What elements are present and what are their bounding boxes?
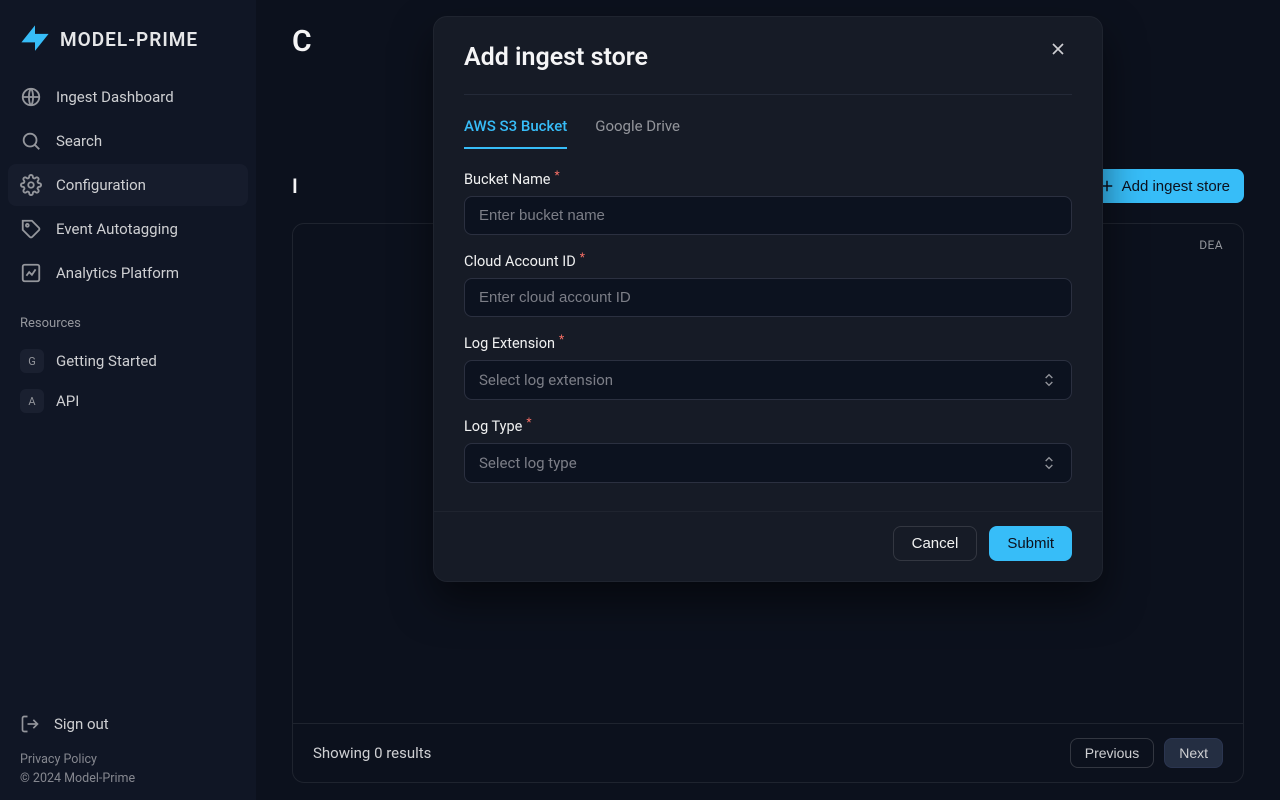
field-log-extension: Log Extension* Select log extension (464, 335, 1072, 400)
field-label-text: Log Type (464, 418, 522, 435)
globe-icon (20, 86, 42, 108)
log-extension-select[interactable]: Select log extension (464, 360, 1072, 400)
field-label-text: Cloud Account ID (464, 253, 576, 270)
gear-icon (20, 174, 42, 196)
modal-close-button[interactable] (1044, 35, 1072, 66)
sidebar-item-analytics-platform[interactable]: Analytics Platform (8, 252, 248, 294)
sign-out-button[interactable]: Sign out (8, 704, 248, 744)
sidebar-item-configuration[interactable]: Configuration (8, 164, 248, 206)
brand-logo: MODEL-PRIME (8, 12, 248, 76)
field-label-text: Log Extension (464, 335, 555, 352)
search-icon (20, 130, 42, 152)
copyright-text: © 2024 Model-Prime (20, 769, 236, 788)
chevron-up-down-icon (1041, 372, 1057, 388)
field-bucket-name: Bucket Name* (464, 171, 1072, 235)
select-placeholder: Select log type (479, 454, 577, 472)
field-cloud-account-id: Cloud Account ID* (464, 253, 1072, 317)
privacy-link[interactable]: Privacy Policy (20, 750, 236, 769)
chevron-up-down-icon (1041, 455, 1057, 471)
sidebar-footer: Privacy Policy © 2024 Model-Prime (8, 744, 248, 792)
modal-footer: Cancel Submit (434, 511, 1102, 581)
select-placeholder: Select log extension (479, 371, 613, 389)
brand-mark-icon (18, 22, 52, 56)
submit-button[interactable]: Submit (989, 526, 1072, 561)
required-marker: * (555, 168, 560, 185)
main-content: C I ow deactivated Add ingest store LOG … (256, 0, 1280, 800)
sidebar-item-label: Search (56, 132, 102, 150)
required-marker: * (526, 415, 531, 432)
required-marker: * (580, 250, 585, 267)
modal-tabs: AWS S3 Bucket Google Drive (434, 95, 1102, 149)
tab-google-drive[interactable]: Google Drive (595, 117, 680, 149)
brand-name: MODEL-PRIME (60, 28, 198, 51)
tag-icon (20, 218, 42, 240)
resource-label: API (56, 392, 79, 410)
resource-getting-started[interactable]: G Getting Started (16, 341, 240, 381)
sidebar-item-label: Configuration (56, 176, 146, 194)
modal-title: Add ingest store (464, 43, 648, 72)
sidebar-item-label: Ingest Dashboard (56, 88, 174, 106)
resource-api[interactable]: A API (16, 381, 240, 421)
field-label-text: Bucket Name (464, 171, 551, 188)
field-log-type: Log Type* Select log type (464, 418, 1072, 483)
resource-badge: A (20, 389, 44, 413)
log-type-select[interactable]: Select log type (464, 443, 1072, 483)
sign-out-label: Sign out (54, 715, 109, 733)
resource-badge: G (20, 349, 44, 373)
modal-form: Bucket Name* Cloud Account ID* Log Exten… (434, 149, 1102, 511)
resource-label: Getting Started (56, 352, 157, 370)
sidebar-item-label: Event Autotagging (56, 220, 178, 238)
sidebar-item-search[interactable]: Search (8, 120, 248, 162)
sidebar: MODEL-PRIME Ingest Dashboard Search Conf… (0, 0, 256, 800)
chart-icon (20, 262, 42, 284)
sidebar-item-event-autotagging[interactable]: Event Autotagging (8, 208, 248, 250)
required-marker: * (559, 332, 564, 349)
modal-overlay: Add ingest store AWS S3 Bucket Google Dr… (256, 0, 1280, 800)
resources-heading: Resources (16, 312, 240, 341)
cloud-account-id-input[interactable] (464, 278, 1072, 317)
sidebar-item-label: Analytics Platform (56, 264, 179, 282)
primary-nav: Ingest Dashboard Search Configuration Ev… (8, 76, 248, 294)
sidebar-item-ingest-dashboard[interactable]: Ingest Dashboard (8, 76, 248, 118)
tab-aws-s3[interactable]: AWS S3 Bucket (464, 117, 567, 149)
sign-out-icon (20, 714, 40, 734)
close-icon (1048, 39, 1068, 59)
bucket-name-input[interactable] (464, 196, 1072, 235)
add-ingest-store-modal: Add ingest store AWS S3 Bucket Google Dr… (433, 16, 1103, 582)
cancel-button[interactable]: Cancel (893, 526, 978, 561)
resources-section: Resources G Getting Started A API (8, 312, 248, 421)
